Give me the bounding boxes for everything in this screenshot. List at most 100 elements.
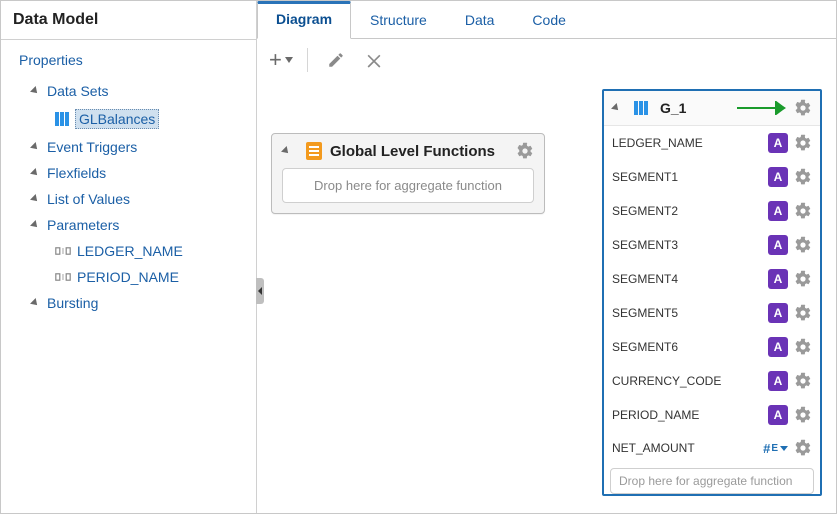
gear-icon xyxy=(794,439,812,457)
expand-arrow-icon xyxy=(30,298,40,308)
g1-header[interactable]: G_1 xyxy=(604,91,820,126)
tab-diagram[interactable]: Diagram xyxy=(257,1,351,39)
column-name: SEGMENT3 xyxy=(612,238,762,252)
app-root: Data Model Properties Data Sets GLBalance… xyxy=(1,1,836,513)
tree-node-parameters[interactable]: Parameters xyxy=(19,212,250,238)
tree-leaf-period_name[interactable]: I PERIOD_NAME xyxy=(19,264,250,290)
column-row[interactable]: SEGMENT5 A xyxy=(604,296,820,330)
g1-drop-zone[interactable]: Drop here for aggregate function xyxy=(610,468,814,494)
column-row[interactable]: PERIOD_NAMEA xyxy=(604,398,820,432)
tree-node-label: Data Sets xyxy=(47,83,108,99)
column-row[interactable]: SEGMENT1A xyxy=(604,160,820,194)
main-panel: DiagramStructureDataCode + Global Level … xyxy=(257,1,836,513)
add-button[interactable]: + xyxy=(269,47,293,73)
gear-icon xyxy=(794,236,812,254)
tree-node-data-sets[interactable]: Data Sets xyxy=(19,78,250,104)
glf-drop-zone[interactable]: Drop here for aggregate function xyxy=(282,168,534,203)
tab-structure[interactable]: Structure xyxy=(351,1,446,39)
column-row[interactable]: LEDGER_NAMEA xyxy=(604,126,820,160)
column-name: SEGMENT2 xyxy=(612,204,762,218)
tab-bar: DiagramStructureDataCode xyxy=(257,1,836,39)
diagram-toolbar: + xyxy=(257,39,836,81)
column-settings-button[interactable] xyxy=(794,168,812,186)
tree-node-bursting[interactable]: Bursting xyxy=(19,290,250,316)
gear-icon xyxy=(516,142,534,160)
tree-leaf-label: PERIOD_NAME xyxy=(77,269,179,285)
dropdown-caret-icon xyxy=(285,57,293,63)
column-settings-button[interactable] xyxy=(794,406,812,424)
svg-text:I: I xyxy=(62,273,64,282)
glf-settings-button[interactable] xyxy=(516,142,534,160)
parameter-icon: I xyxy=(55,270,71,284)
tree-root-properties[interactable]: Properties xyxy=(19,52,250,68)
text-type-icon: A xyxy=(768,337,788,357)
text-type-icon: A xyxy=(768,303,788,323)
numeric-type-icon[interactable]: #E xyxy=(763,441,788,456)
tree-node-flexfields[interactable]: Flexfields xyxy=(19,160,250,186)
edit-button[interactable] xyxy=(322,46,350,74)
g1-settings-button[interactable] xyxy=(794,99,812,117)
text-type-icon: A xyxy=(768,269,788,289)
column-name: SEGMENT5 xyxy=(612,306,762,320)
diagram-canvas: Global Level Functions Drop here for agg… xyxy=(257,81,836,513)
column-settings-button[interactable] xyxy=(794,270,812,288)
close-icon xyxy=(364,50,384,70)
expand-arrow-icon xyxy=(30,168,40,178)
gear-icon xyxy=(794,406,812,424)
column-name: SEGMENT4 xyxy=(612,272,762,286)
tree-leaf-label: GLBalances xyxy=(75,109,159,129)
tab-data[interactable]: Data xyxy=(446,1,514,39)
column-row[interactable]: SEGMENT3 A xyxy=(604,228,820,262)
gear-icon xyxy=(794,134,812,152)
g1-title: G_1 xyxy=(660,100,730,116)
tree-node-label: List of Values xyxy=(47,191,130,207)
expand-arrow-icon xyxy=(30,142,40,152)
dataset-icon xyxy=(55,112,69,126)
glf-header[interactable]: Global Level Functions xyxy=(272,134,544,168)
plus-icon: + xyxy=(269,47,282,73)
tree-node-event-triggers[interactable]: Event Triggers xyxy=(19,134,250,160)
delete-button[interactable] xyxy=(360,46,388,74)
column-settings-button[interactable] xyxy=(794,439,812,457)
collapse-arrow-icon xyxy=(281,146,291,156)
column-settings-button[interactable] xyxy=(794,202,812,220)
tab-code[interactable]: Code xyxy=(513,1,584,39)
tree-leaf-ledger_name[interactable]: ILEDGER_NAME xyxy=(19,238,250,264)
column-row[interactable]: NET_AMOUNT #E xyxy=(604,432,820,464)
text-type-icon: A xyxy=(768,201,788,221)
column-name: CURRENCY_CODE xyxy=(612,374,762,388)
parameter-icon: I xyxy=(55,244,71,258)
expand-arrow-icon xyxy=(30,86,40,96)
column-name: SEGMENT6 xyxy=(612,340,762,354)
gear-icon xyxy=(794,338,812,356)
column-row[interactable]: SEGMENT4 A xyxy=(604,262,820,296)
column-settings-button[interactable] xyxy=(794,304,812,322)
toolbar-separator xyxy=(307,48,308,72)
tree-node-list-of-values[interactable]: List of Values xyxy=(19,186,250,212)
tree-node-label: Bursting xyxy=(47,295,98,311)
gear-icon xyxy=(794,270,812,288)
text-type-icon: A xyxy=(768,235,788,255)
text-type-icon: A xyxy=(768,371,788,391)
column-settings-button[interactable] xyxy=(794,134,812,152)
annotation-arrow-icon xyxy=(736,101,788,115)
document-icon xyxy=(306,142,322,160)
tree-node-label: Flexfields xyxy=(47,165,106,181)
column-row[interactable]: SEGMENT2 A xyxy=(604,194,820,228)
sidebar-title: Data Model xyxy=(1,1,256,40)
tree-leaf-glbalances[interactable]: GLBalances xyxy=(19,104,250,134)
sidebar: Data Model Properties Data Sets GLBalance… xyxy=(1,1,257,513)
column-row[interactable]: CURRENCY_CODE A xyxy=(604,364,820,398)
column-settings-button[interactable] xyxy=(794,372,812,390)
column-settings-button[interactable] xyxy=(794,236,812,254)
gear-icon xyxy=(794,99,812,117)
column-name: NET_AMOUNT xyxy=(612,441,757,455)
column-settings-button[interactable] xyxy=(794,338,812,356)
column-name: SEGMENT1 xyxy=(612,170,762,184)
gear-icon xyxy=(794,202,812,220)
text-type-icon: A xyxy=(768,133,788,153)
tree-node-label: Parameters xyxy=(47,217,119,233)
group-g1-box: G_1 LEDGER_NAMEASEGMENT1ASEGMENT2ASEGMEN… xyxy=(602,89,822,496)
column-row[interactable]: SEGMENT6 A xyxy=(604,330,820,364)
expand-arrow-icon xyxy=(30,220,40,230)
